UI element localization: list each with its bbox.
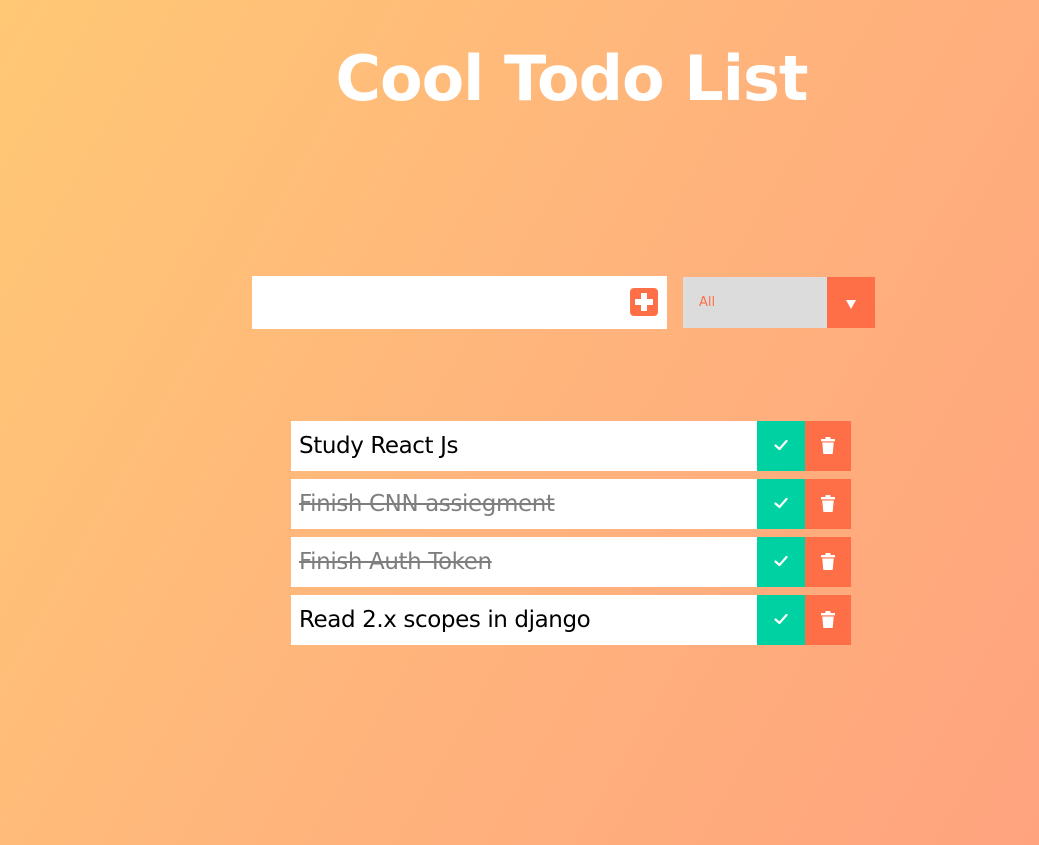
todo-item: Finish Auth Token xyxy=(291,537,851,587)
todo-text: Read 2.x scopes in django xyxy=(299,607,591,633)
trash-icon xyxy=(821,437,835,454)
complete-button[interactable] xyxy=(757,421,805,471)
add-todo-button[interactable] xyxy=(630,288,658,316)
delete-button[interactable] xyxy=(805,595,851,645)
filter-select[interactable]: All xyxy=(683,277,875,328)
filter-dropdown-arrow[interactable] xyxy=(827,277,875,328)
check-icon xyxy=(774,613,788,625)
complete-button[interactable] xyxy=(757,537,805,587)
todo-item: Study React Js xyxy=(291,421,851,471)
todo-text: Finish CNN assiegment xyxy=(299,491,555,517)
delete-button[interactable] xyxy=(805,421,851,471)
filter-selected-value: All xyxy=(699,295,716,310)
todo-text: Finish Auth Token xyxy=(299,549,492,575)
check-icon xyxy=(774,497,788,509)
todo-item: Read 2.x scopes in django xyxy=(291,595,851,645)
check-icon xyxy=(774,555,788,567)
todo-list: Study React Js Finish CNN assiegment Fin… xyxy=(291,421,851,653)
todo-input[interactable] xyxy=(252,276,622,329)
delete-button[interactable] xyxy=(805,537,851,587)
complete-button[interactable] xyxy=(757,479,805,529)
delete-button[interactable] xyxy=(805,479,851,529)
check-icon xyxy=(774,439,788,451)
todo-text: Study React Js xyxy=(299,433,459,459)
todo-item: Finish CNN assiegment xyxy=(291,479,851,529)
trash-icon xyxy=(821,611,835,628)
caret-down-icon xyxy=(846,300,856,309)
complete-button[interactable] xyxy=(757,595,805,645)
trash-icon xyxy=(821,495,835,512)
trash-icon xyxy=(821,553,835,570)
page-title: Cool Todo List xyxy=(335,42,808,115)
todo-input-wrapper xyxy=(252,276,667,329)
